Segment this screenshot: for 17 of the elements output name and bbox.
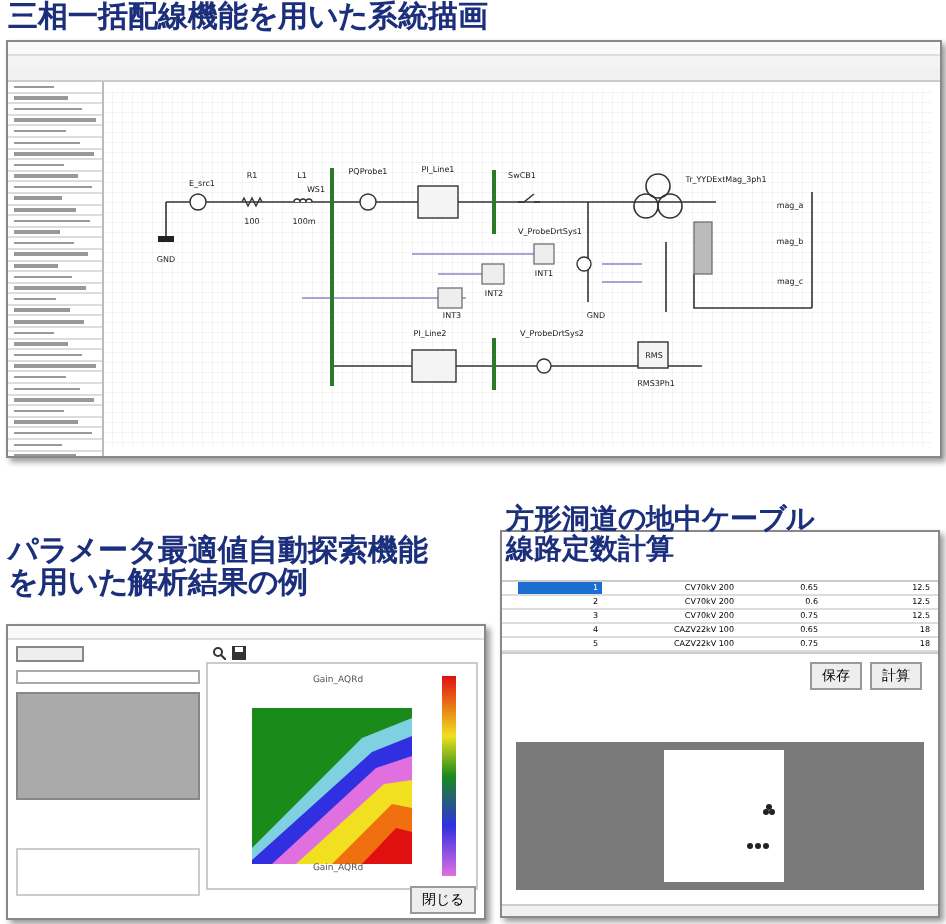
file-path-field[interactable] bbox=[16, 670, 200, 684]
integrator-block bbox=[533, 243, 555, 265]
resistor-icon bbox=[241, 196, 263, 208]
zoom-icon[interactable] bbox=[212, 646, 226, 660]
inductor-icon bbox=[293, 198, 313, 203]
heading: 三相一括配線機能を用いた系統描画 bbox=[8, 2, 488, 34]
heading: を用いた解析結果の例 bbox=[8, 567, 308, 599]
open-file-button[interactable] bbox=[16, 646, 84, 662]
heading: パラメータ最適値自動探索機能 bbox=[8, 536, 428, 568]
heading: 線路定数計算 bbox=[506, 535, 676, 565]
save-icon[interactable] bbox=[232, 646, 246, 660]
magnetizing-block bbox=[693, 221, 713, 275]
integrator-block bbox=[437, 287, 463, 309]
integrator-block bbox=[481, 263, 505, 285]
heading: 方形洞道の地中ケーブル bbox=[506, 506, 814, 536]
voltmeter-icon bbox=[576, 256, 592, 272]
ground-icon bbox=[158, 236, 174, 242]
